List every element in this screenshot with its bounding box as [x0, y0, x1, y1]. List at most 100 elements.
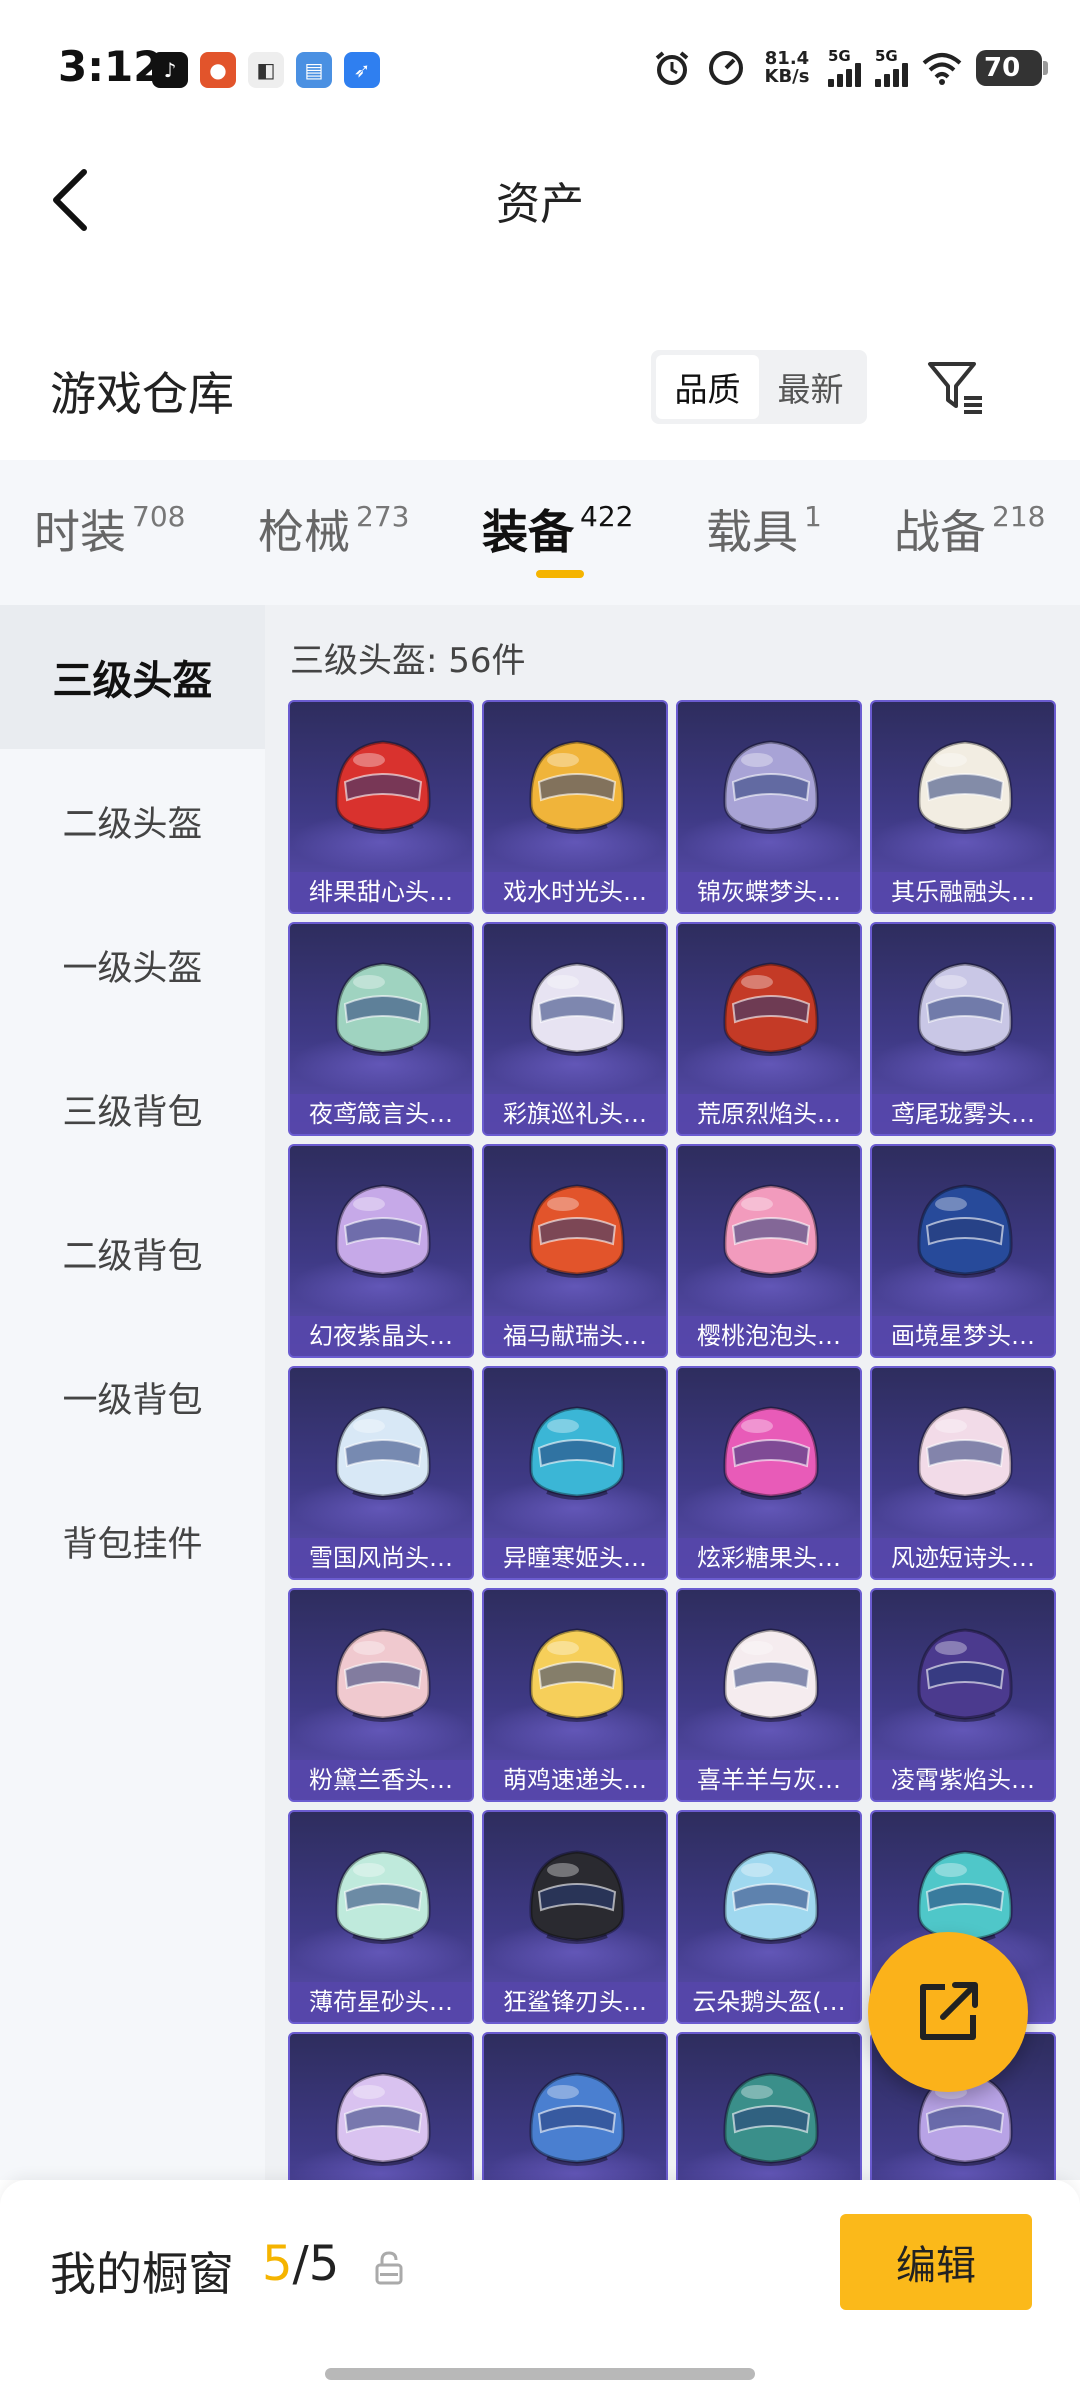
item-card[interactable] — [676, 2032, 862, 2180]
item-card[interactable]: 绯果甜心头… — [288, 700, 474, 914]
item-card[interactable]: 荒原烈焰头… — [676, 922, 862, 1136]
status-bar: 3:12 ♪ ● ◧ ▤ ➶ 81.4 KB/s 5G 5G 70 — [0, 0, 1080, 140]
share-icon — [920, 1982, 978, 2040]
filter-icon — [928, 362, 982, 414]
notification-icons: ♪ ● ◧ ▤ ➶ — [152, 52, 380, 88]
tab-label: 枪械 — [258, 505, 350, 559]
helmet-icon — [723, 2072, 819, 2166]
item-card[interactable]: 樱桃泡泡头… — [676, 1144, 862, 1358]
tab-label: 装备 — [482, 505, 574, 559]
grid-header: 三级头盔: 56件 — [290, 641, 526, 681]
sidebar-item-backpack-pendant[interactable]: 背包挂件 — [0, 1469, 265, 1613]
helmet-icon — [335, 1406, 431, 1500]
helmet-icon — [917, 740, 1013, 834]
helmet-icon — [917, 1628, 1013, 1722]
item-card[interactable]: 鸢尾珑雾头… — [870, 922, 1056, 1136]
sidebar-item-level3-helmet[interactable]: 三级头盔 — [0, 605, 265, 749]
sim1-signal-icon: 5G — [828, 49, 861, 87]
filter-button[interactable] — [920, 352, 990, 422]
helmet-icon — [529, 962, 625, 1056]
item-card[interactable]: 炫彩糖果头… — [676, 1366, 862, 1580]
showcase-total: 5 — [308, 2236, 340, 2292]
network-speed-unit: KB/s — [764, 66, 810, 87]
sort-option-quality[interactable]: 品质 — [656, 355, 759, 419]
item-card[interactable]: 萌鸡速递头… — [482, 1588, 668, 1802]
item-card-label: 炫彩糖果头… — [678, 1538, 860, 1578]
item-card[interactable]: 云朵鹅头盔(… — [676, 1810, 862, 2024]
files-app-icon: ▤ — [296, 52, 332, 88]
item-card[interactable] — [482, 2032, 668, 2180]
home-indicator[interactable] — [325, 2368, 755, 2380]
sidebar-item-level2-helmet[interactable]: 二级头盔 — [0, 749, 265, 893]
tab-equipment[interactable]: 装备 422 — [482, 496, 633, 562]
item-card[interactable]: 夜鸢箴言头… — [288, 922, 474, 1136]
status-time: 3:12 — [58, 42, 163, 91]
item-card-label: 喜羊羊与灰… — [678, 1760, 860, 1800]
sidebar-item-level3-backpack[interactable]: 三级背包 — [0, 1037, 265, 1181]
item-card[interactable]: 异瞳寒姬头… — [482, 1366, 668, 1580]
helmet-icon — [529, 1628, 625, 1722]
tab-count: 708 — [132, 500, 186, 533]
helmet-icon — [723, 962, 819, 1056]
tab-fashion[interactable]: 时装 708 — [34, 496, 185, 562]
helmet-icon — [335, 740, 431, 834]
item-card-label: 夜鸢箴言头… — [290, 1094, 472, 1134]
helmet-icon — [723, 740, 819, 834]
item-card[interactable]: 风迹短诗头… — [870, 1366, 1056, 1580]
tab-count: 1 — [804, 500, 822, 533]
tab-vehicles[interactable]: 载具 1 — [706, 496, 822, 562]
item-card[interactable]: 其乐融融头… — [870, 700, 1056, 914]
item-card-label: 绯果甜心头… — [290, 872, 472, 912]
battery-level: 70 — [984, 53, 1021, 83]
item-card[interactable]: 薄荷星砂头… — [288, 1810, 474, 2024]
item-card-label: 鸢尾珑雾头… — [872, 1094, 1054, 1134]
wifi-icon — [922, 48, 962, 88]
item-card-label: 凌霄紫焰头… — [872, 1760, 1054, 1800]
tab-label: 载具 — [706, 505, 798, 559]
item-card-label: 薄荷星砂头… — [290, 1982, 472, 2022]
item-card[interactable]: 福马献瑞头… — [482, 1144, 668, 1358]
item-card-label: 粉黛兰香头… — [290, 1760, 472, 1800]
category-tabs: 时装 708 枪械 273 装备 422 载具 1 战备 218 — [0, 460, 1080, 605]
tab-guns[interactable]: 枪械 273 — [258, 496, 409, 562]
helmet-icon — [917, 1184, 1013, 1278]
lock-icon — [375, 2251, 403, 2285]
edit-button[interactable]: 编辑 — [840, 2214, 1032, 2310]
showcase-label: 我的橱窗 — [50, 2247, 234, 2301]
item-card-label: 萌鸡速递头… — [484, 1760, 666, 1800]
tab-gear[interactable]: 战备 218 — [894, 496, 1045, 562]
item-card-label: 其乐融融头… — [872, 872, 1054, 912]
active-tab-indicator — [536, 570, 584, 578]
item-card-label: 异瞳寒姬头… — [484, 1538, 666, 1578]
item-card[interactable]: 幻夜紫晶头… — [288, 1144, 474, 1358]
item-card[interactable]: 锦灰蝶梦头… — [676, 700, 862, 914]
helmet-icon — [335, 1850, 431, 1944]
helmet-icon — [917, 1406, 1013, 1500]
item-card[interactable]: 喜羊羊与灰… — [676, 1588, 862, 1802]
speedometer-icon — [706, 48, 746, 88]
item-card[interactable]: 彩旗巡礼头… — [482, 922, 668, 1136]
tiktok-icon: ♪ — [152, 52, 188, 88]
item-card[interactable]: 粉黛兰香头… — [288, 1588, 474, 1802]
item-card[interactable]: 凌霄紫焰头… — [870, 1588, 1056, 1802]
item-card[interactable] — [288, 2032, 474, 2180]
showcase-count: 5/5 — [262, 2236, 339, 2292]
sidebar-item-level2-backpack[interactable]: 二级背包 — [0, 1181, 265, 1325]
item-card[interactable]: 雪国风尚头… — [288, 1366, 474, 1580]
helmet-icon — [723, 1628, 819, 1722]
tab-count: 273 — [356, 500, 410, 533]
sort-option-newest[interactable]: 最新 — [759, 355, 862, 419]
item-card-label: 彩旗巡礼头… — [484, 1094, 666, 1134]
item-card-label: 荒原烈焰头… — [678, 1094, 860, 1134]
helmet-icon — [335, 1184, 431, 1278]
share-button[interactable] — [868, 1932, 1028, 2092]
sidebar-item-level1-backpack[interactable]: 一级背包 — [0, 1325, 265, 1469]
helmet-icon — [335, 2072, 431, 2166]
item-card[interactable]: 戏水时光头… — [482, 700, 668, 914]
item-card[interactable]: 狂鲨锋刃头… — [482, 1810, 668, 2024]
item-card[interactable]: 画境星梦头… — [870, 1144, 1056, 1358]
page-title: 资产 — [496, 179, 584, 230]
sidebar-item-level1-helmet[interactable]: 一级头盔 — [0, 893, 265, 1037]
item-card-label: 画境星梦头… — [872, 1316, 1054, 1356]
sort-toggle: 品质 最新 — [651, 350, 867, 424]
